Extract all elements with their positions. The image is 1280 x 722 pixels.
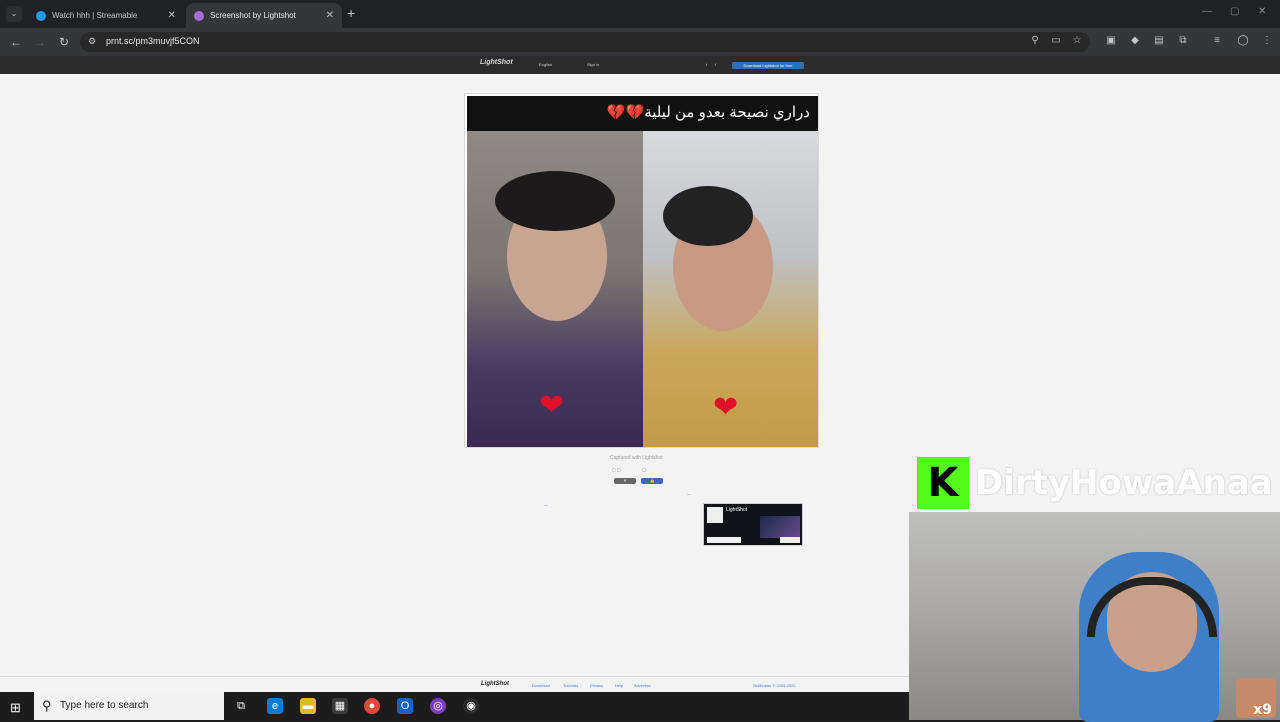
emote-count-badge: x9 [1253, 702, 1272, 718]
share-button[interactable] [780, 537, 800, 543]
red-heart-icon: ❤ [539, 389, 565, 422]
footer-link-privacy[interactable]: Privacy [590, 683, 603, 688]
store-icon[interactable]: ▦ [332, 698, 348, 714]
broken-heart-icon: ❤ [713, 391, 739, 424]
close-tab-icon[interactable]: ✕ [168, 10, 176, 21]
footer-copyright: Skillbrains © 2009-2022 [753, 683, 796, 688]
extension-image-icon[interactable]: ▤ [1152, 35, 1166, 46]
tab-streamable[interactable]: Watch hhh | Streamable ✕ [28, 3, 184, 28]
streamer-name: DirtyHowaAnaa [975, 463, 1273, 503]
left-photo-panel: ❤ [467, 131, 643, 447]
profile-icon[interactable]: ◯ [1236, 35, 1250, 46]
tab-title: Watch hhh | Streamable [52, 11, 138, 20]
zoom-icon[interactable]: ⚲ [1028, 35, 1042, 46]
follow-page-button[interactable] [707, 537, 741, 543]
print-link[interactable]: ▢ ▢ [612, 467, 621, 472]
tweet-button[interactable]: ✕ [614, 478, 636, 484]
minimize-icon[interactable]: — [1202, 6, 1212, 17]
search-icon: ⚲ [42, 698, 52, 713]
footer-link-download[interactable]: Download [532, 683, 550, 688]
edge-icon[interactable]: e [267, 698, 283, 714]
bookmark-star-icon[interactable]: ☆ [1070, 35, 1084, 46]
tab-title: Screenshot by Lightshot [210, 11, 296, 20]
taskbar-search[interactable]: ⚲ Type here to search [34, 692, 224, 720]
close-tab-icon[interactable]: ✕ [326, 10, 334, 21]
right-hair [663, 186, 753, 246]
reading-list-icon[interactable]: ≡ [1210, 35, 1224, 46]
download-button[interactable]: Download Lightshot for free [732, 62, 804, 69]
extension-diamond-icon[interactable]: ◆ [1128, 35, 1142, 46]
right-photo-panel: ❤ [643, 131, 818, 447]
file-explorer-icon[interactable]: ▬ [300, 698, 316, 714]
new-tab-button[interactable]: + [347, 6, 355, 20]
fb-page-name: LightShot [726, 507, 748, 513]
menu-kebab-icon[interactable]: ⋮ [1260, 35, 1274, 46]
kick-k-icon: K [927, 460, 959, 506]
twitter-icon[interactable]: t [706, 62, 707, 67]
screenshot-image[interactable]: دراري نصيحة بعدو من ليلية💔💔 ❤ ❤ [464, 93, 819, 448]
lightshot-logo[interactable]: LightShot [480, 59, 513, 66]
webcam-feed: x9 [909, 512, 1280, 722]
url-text: prnt.sc/pm3muvjf5CON [106, 36, 200, 46]
messenger-icon[interactable]: ◎ [430, 698, 446, 714]
maximize-icon[interactable]: ▢ [1230, 6, 1239, 17]
address-bar[interactable]: ⚙ prnt.sc/pm3muvjf5CON [80, 32, 1090, 52]
windows-start-icon[interactable]: ⊞ [10, 700, 21, 716]
site-info-icon[interactable]: ⚙ [88, 36, 96, 47]
signin-link[interactable]: Sign in [587, 62, 599, 67]
footer-logo[interactable]: LightShot [481, 681, 509, 687]
translate-extension-icon[interactable]: ▣ [1104, 35, 1118, 46]
facebook-icon[interactable]: f [715, 62, 716, 67]
task-view-icon[interactable]: ⧉ [233, 698, 249, 714]
fb-cover-image [760, 516, 800, 538]
back-icon[interactable]: ← [8, 35, 24, 49]
captured-label: Captured with Lightshot [610, 455, 663, 461]
left-hair [495, 171, 615, 231]
extensions-puzzle-icon[interactable]: ⧉ [1176, 35, 1190, 46]
footer-link-help[interactable]: Help [615, 683, 623, 688]
facebook-page-widget[interactable]: LightShot [703, 503, 803, 546]
search-placeholder: Type here to search [60, 700, 149, 711]
tab-search-button[interactable]: ⌄ [6, 6, 22, 22]
streamable-favicon-icon [36, 10, 46, 21]
chrome-icon[interactable]: ● [364, 698, 380, 714]
footer-link-advertise[interactable]: Advertise [634, 683, 651, 688]
footer-link-tutorials[interactable]: Tutorials [563, 683, 578, 688]
page-content-right [909, 74, 1280, 512]
tab-lightshot[interactable]: Screenshot by Lightshot ✕ [186, 3, 342, 28]
language-select[interactable]: English [539, 62, 552, 67]
tab-bar: ⌄ Watch hhh | Streamable ✕ Screenshot by… [0, 0, 1280, 28]
kick-logo: K [917, 457, 969, 509]
app-icon[interactable]: ◉ [463, 698, 479, 714]
lightshot-page-avatar [707, 507, 723, 523]
like-button[interactable]: 👍 [641, 478, 663, 484]
ad-report-link-left[interactable]: — [544, 502, 548, 507]
lightshot-favicon-icon [194, 10, 204, 21]
forward-icon[interactable]: → [32, 35, 48, 49]
lightshot-header: LightShot English Sign in t f [0, 56, 1280, 74]
lightshot-footer: LightShot Download Tutorials Privacy Hel… [0, 676, 909, 692]
report-link[interactable]: ◯ [642, 467, 646, 472]
ad-report-link-right[interactable]: — [687, 491, 691, 496]
meme-caption: دراري نصيحة بعدو من ليلية💔💔 [467, 96, 818, 131]
outlook-icon[interactable]: O [397, 698, 413, 714]
reload-icon[interactable]: ↻ [56, 35, 72, 49]
close-window-icon[interactable]: ✕ [1258, 6, 1266, 17]
cast-icon[interactable]: ▭ [1049, 35, 1063, 46]
